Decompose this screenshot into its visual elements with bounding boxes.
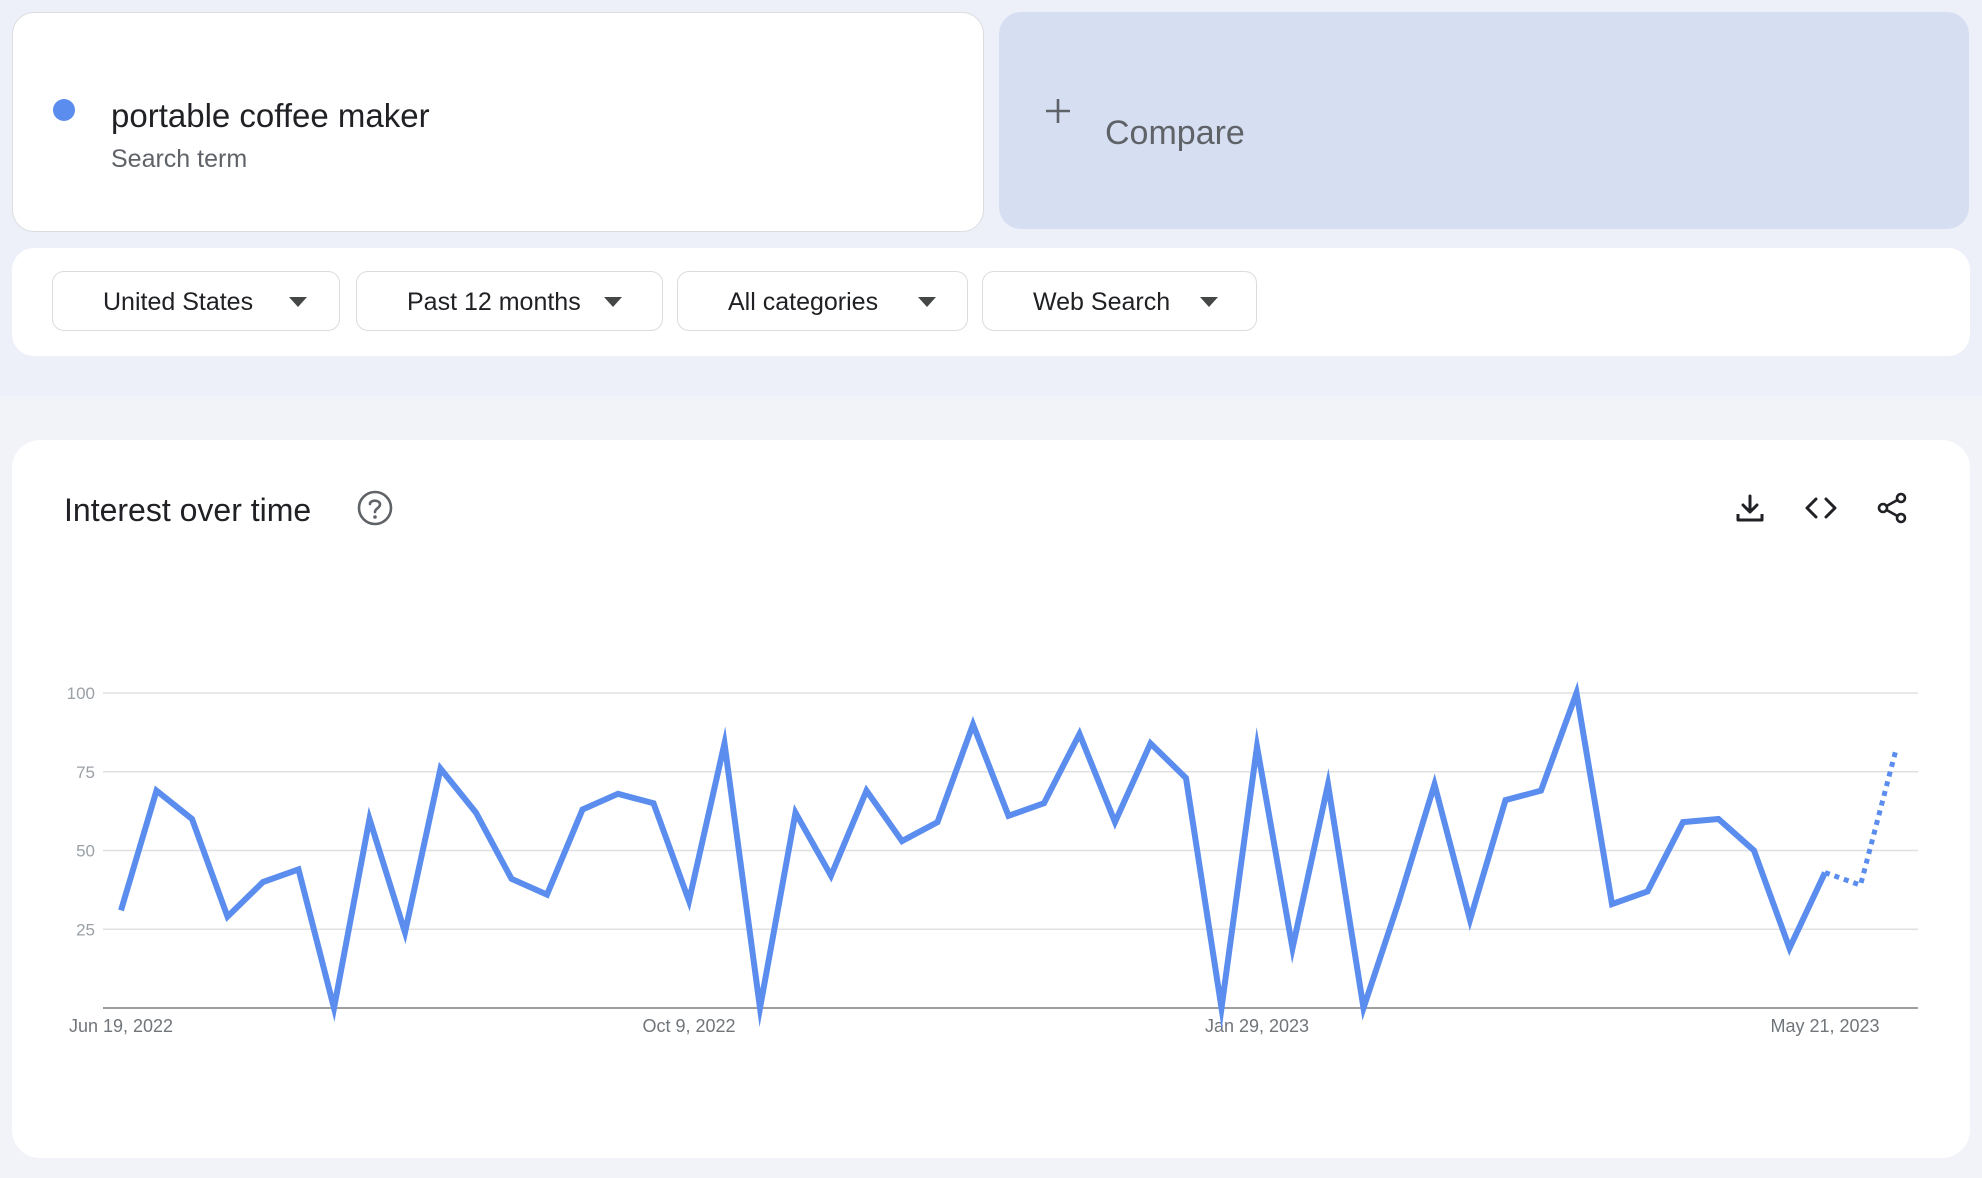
data-point [1822, 870, 1828, 876]
filter-bar: United States Past 12 months All categor… [12, 248, 1970, 356]
filter-time-range-label: Past 12 months [407, 288, 581, 316]
data-point [1112, 819, 1118, 825]
data-point [935, 819, 941, 825]
data-point [225, 914, 231, 920]
chevron-down-icon [604, 297, 622, 307]
data-point [189, 816, 195, 822]
plus-icon [1046, 99, 1070, 123]
data-point [118, 907, 124, 913]
data-point [1609, 901, 1615, 907]
data-point [1254, 744, 1260, 750]
filter-time-range[interactable]: Past 12 months [356, 271, 663, 331]
data-point [1538, 788, 1544, 794]
data-point [331, 1005, 337, 1011]
data-point [1751, 848, 1757, 854]
data-point [651, 800, 657, 806]
data-point [1503, 797, 1509, 803]
term-color-dot [53, 99, 75, 121]
data-point [1787, 945, 1793, 951]
data-point [1574, 690, 1580, 696]
data-point [722, 740, 728, 746]
filter-region-label: United States [103, 288, 254, 316]
data-point [473, 810, 479, 816]
compare-label: Compare [1105, 114, 1245, 152]
filter-category-label: All categories [728, 288, 879, 316]
compare-button[interactable]: Compare [999, 12, 1969, 229]
data-point [1432, 781, 1438, 787]
data-point [615, 791, 621, 797]
data-point [1680, 819, 1686, 825]
data-point [1325, 781, 1331, 787]
data-point [1290, 945, 1296, 951]
filter-region[interactable]: United States [52, 271, 340, 331]
filter-search-type-label: Web Search [1033, 288, 1171, 316]
data-point [1858, 882, 1864, 888]
data-point [899, 838, 905, 844]
x-tick-label: Jun 19, 2022 [69, 1016, 173, 1036]
x-tick-label: May 21, 2023 [1770, 1016, 1879, 1036]
data-point [864, 788, 870, 794]
data-point [970, 722, 976, 728]
data-point [260, 879, 266, 885]
filter-search-type[interactable]: Web Search [982, 271, 1257, 331]
data-point [1645, 888, 1651, 894]
chevron-down-icon [1200, 297, 1218, 307]
interest-over-time-panel: Interest over time 25 50 75 100 Jun 19, 2022… [12, 440, 1970, 1158]
line-chart: 255075100Jun 19, 2022 Oct 9, 2022 Jan 29, … [67, 681, 1918, 1036]
data-point [1077, 731, 1083, 737]
data-point [757, 1005, 763, 1011]
data-point [509, 876, 515, 882]
data-point [154, 788, 160, 794]
data-point [1361, 1005, 1367, 1011]
data-point [1467, 917, 1473, 923]
series-line-partial [1824, 749, 1899, 889]
y-tick-label: 25 [76, 920, 95, 939]
data-point [828, 873, 834, 879]
data-point [1716, 816, 1722, 822]
data-point [1183, 775, 1189, 781]
data-point [296, 866, 302, 872]
data-point [1148, 740, 1154, 746]
x-tick-label: Oct 9, 2022 [642, 1016, 735, 1036]
data-point [1219, 1005, 1225, 1011]
data-point [402, 929, 408, 935]
filter-category[interactable]: All categories [677, 271, 968, 331]
data-point [1396, 898, 1402, 904]
data-point [580, 807, 586, 813]
chevron-down-icon [918, 297, 936, 307]
y-tick-label: 100 [67, 684, 95, 703]
y-tick-label: 50 [76, 842, 95, 861]
data-point [1041, 800, 1047, 806]
data-point [1893, 747, 1899, 753]
data-point [367, 816, 373, 822]
data-point [1006, 813, 1012, 819]
search-term-type: Search term [111, 145, 248, 173]
data-point [544, 892, 550, 898]
chevron-down-icon [289, 297, 307, 307]
search-term-card[interactable]: portable coffee maker Search term [12, 12, 984, 232]
search-term-name: portable coffee maker [111, 97, 430, 134]
data-point [686, 898, 692, 904]
data-point [438, 766, 444, 772]
y-tick-label: 75 [76, 763, 95, 782]
data-point [793, 810, 799, 816]
